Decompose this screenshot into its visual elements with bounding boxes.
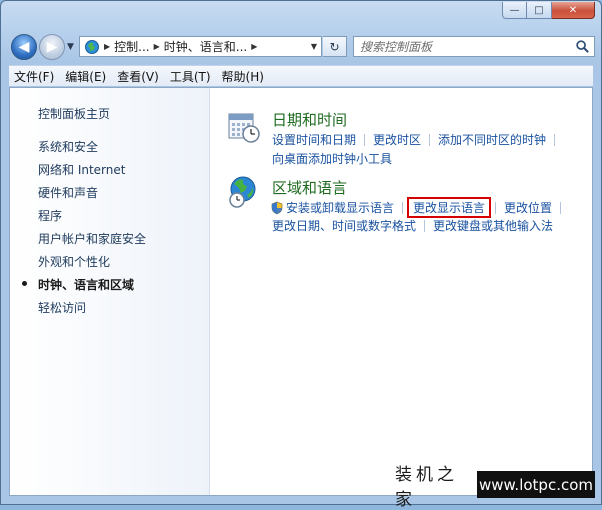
uac-shield-icon: [271, 201, 283, 214]
navigation-bar: ◀ ▶ ▼ ▶ 控制... ▶ 时钟、语言和... ▶ ▼ ↻: [9, 33, 595, 61]
sidebar-item-appearance[interactable]: 外观和个性化: [38, 253, 110, 270]
refresh-icon: ↻: [329, 39, 340, 54]
history-dropdown-icon[interactable]: ▼: [67, 42, 74, 52]
site-watermark: 装机之家 www.lotpc.com: [383, 465, 595, 510]
category-title-datetime[interactable]: 日期和时间: [272, 109, 347, 130]
link-divider: [554, 133, 556, 146]
control-panel-window: — □ ✕ ◀ ▶ ▼ ▶ 控制... ▶ 时钟、语言和... ▶ ▼ ↻ 搜索…: [0, 0, 602, 510]
link-divider: [364, 133, 366, 146]
sidebar-item-network[interactable]: 网络和 Internet: [38, 161, 125, 178]
back-arrow-icon: ◀: [18, 39, 30, 55]
caption-buttons: — □ ✕: [502, 2, 595, 19]
change-keyboard-input-link[interactable]: 更改键盘或其他输入法: [433, 217, 553, 234]
menu-tools[interactable]: 工具(T): [165, 68, 216, 85]
calendar-clock-icon[interactable]: [227, 110, 261, 144]
globe-clock-icon[interactable]: [227, 175, 261, 209]
sidebar-item-ease-of-access[interactable]: 轻松访问: [38, 299, 86, 316]
address-dropdown-icon[interactable]: ▼: [307, 37, 321, 56]
set-time-date-link[interactable]: 设置时间和日期: [272, 131, 356, 148]
main-panel: 日期和时间 设置时间和日期 更改时区 添加不同时区的时钟 向桌面添加时钟小工具: [210, 88, 592, 495]
menu-view[interactable]: 查看(V): [112, 68, 164, 85]
datetime-links-row-1: 设置时间和日期 更改时区 添加不同时区的时钟: [272, 131, 563, 148]
back-button[interactable]: ◀: [11, 34, 37, 60]
region-links-row-1: 安装或卸载显示语言 更改显示语言 更改位置: [270, 197, 569, 218]
add-clock-gadget-link[interactable]: 向桌面添加时钟小工具: [272, 150, 392, 167]
address-bar[interactable]: ▶ 控制... ▶ 时钟、语言和... ▶ ▼: [79, 36, 322, 57]
address-segment[interactable]: 控制...: [114, 38, 149, 55]
change-date-time-format-link[interactable]: 更改日期、时间或数字格式: [272, 217, 416, 234]
menu-edit[interactable]: 编辑(E): [60, 68, 111, 85]
maximize-button[interactable]: □: [527, 2, 552, 19]
datetime-links-row-2: 向桌面添加时钟小工具: [272, 150, 392, 167]
menu-help[interactable]: 帮助(H): [217, 68, 269, 85]
sidebar-item-security[interactable]: 系统和安全: [38, 138, 98, 155]
menu-bar: 文件(F) 编辑(E) 查看(V) 工具(T) 帮助(H): [9, 65, 593, 86]
forward-arrow-icon: ▶: [46, 39, 58, 55]
sidebar-item-home[interactable]: 控制面板主页: [38, 105, 110, 122]
refresh-button[interactable]: ↻: [323, 36, 347, 57]
link-divider: [402, 201, 404, 214]
close-button[interactable]: ✕: [552, 2, 595, 19]
control-panel-icon: [85, 39, 99, 54]
address-separator-icon[interactable]: ▶: [104, 42, 110, 51]
sidebar-item-users[interactable]: 用户帐户和家庭安全: [38, 230, 146, 247]
watermark-text: 装机之家: [395, 464, 458, 510]
menu-file[interactable]: 文件(F): [9, 68, 59, 85]
change-location-link[interactable]: 更改位置: [504, 199, 552, 216]
search-icon[interactable]: [575, 39, 590, 54]
link-divider: [429, 133, 431, 146]
change-timezone-link[interactable]: 更改时区: [373, 131, 421, 148]
sidebar-item-hardware[interactable]: 硬件和声音: [38, 184, 98, 201]
link-divider: [424, 219, 426, 232]
category-title-region-language[interactable]: 区域和语言: [272, 177, 347, 198]
address-separator-icon[interactable]: ▶: [251, 42, 257, 51]
address-segment[interactable]: 时钟、语言和...: [164, 38, 247, 55]
sidebar-item-clock-language[interactable]: 时钟、语言和区域: [38, 276, 134, 293]
search-box[interactable]: [353, 36, 595, 57]
change-display-language-link[interactable]: 更改显示语言: [407, 197, 492, 218]
link-divider: [495, 201, 497, 214]
minimize-button[interactable]: —: [502, 2, 527, 19]
install-display-language-link[interactable]: 安装或卸载显示语言: [286, 199, 394, 216]
search-input[interactable]: [360, 38, 570, 55]
sidebar: 控制面板主页 系统和安全 网络和 Internet 硬件和声音 程序 用户帐户和…: [10, 88, 210, 495]
sidebar-item-programs[interactable]: 程序: [38, 207, 62, 224]
address-separator-icon[interactable]: ▶: [154, 42, 160, 51]
link-divider: [560, 201, 562, 214]
add-clocks-link[interactable]: 添加不同时区的时钟: [438, 131, 546, 148]
active-bullet-icon: [22, 281, 27, 286]
forward-button[interactable]: ▶: [39, 34, 65, 60]
content-area: 控制面板主页 系统和安全 网络和 Internet 硬件和声音 程序 用户帐户和…: [9, 87, 593, 496]
watermark-url: www.lotpc.com: [477, 471, 595, 498]
region-links-row-2: 更改日期、时间或数字格式 更改键盘或其他输入法: [272, 217, 553, 234]
